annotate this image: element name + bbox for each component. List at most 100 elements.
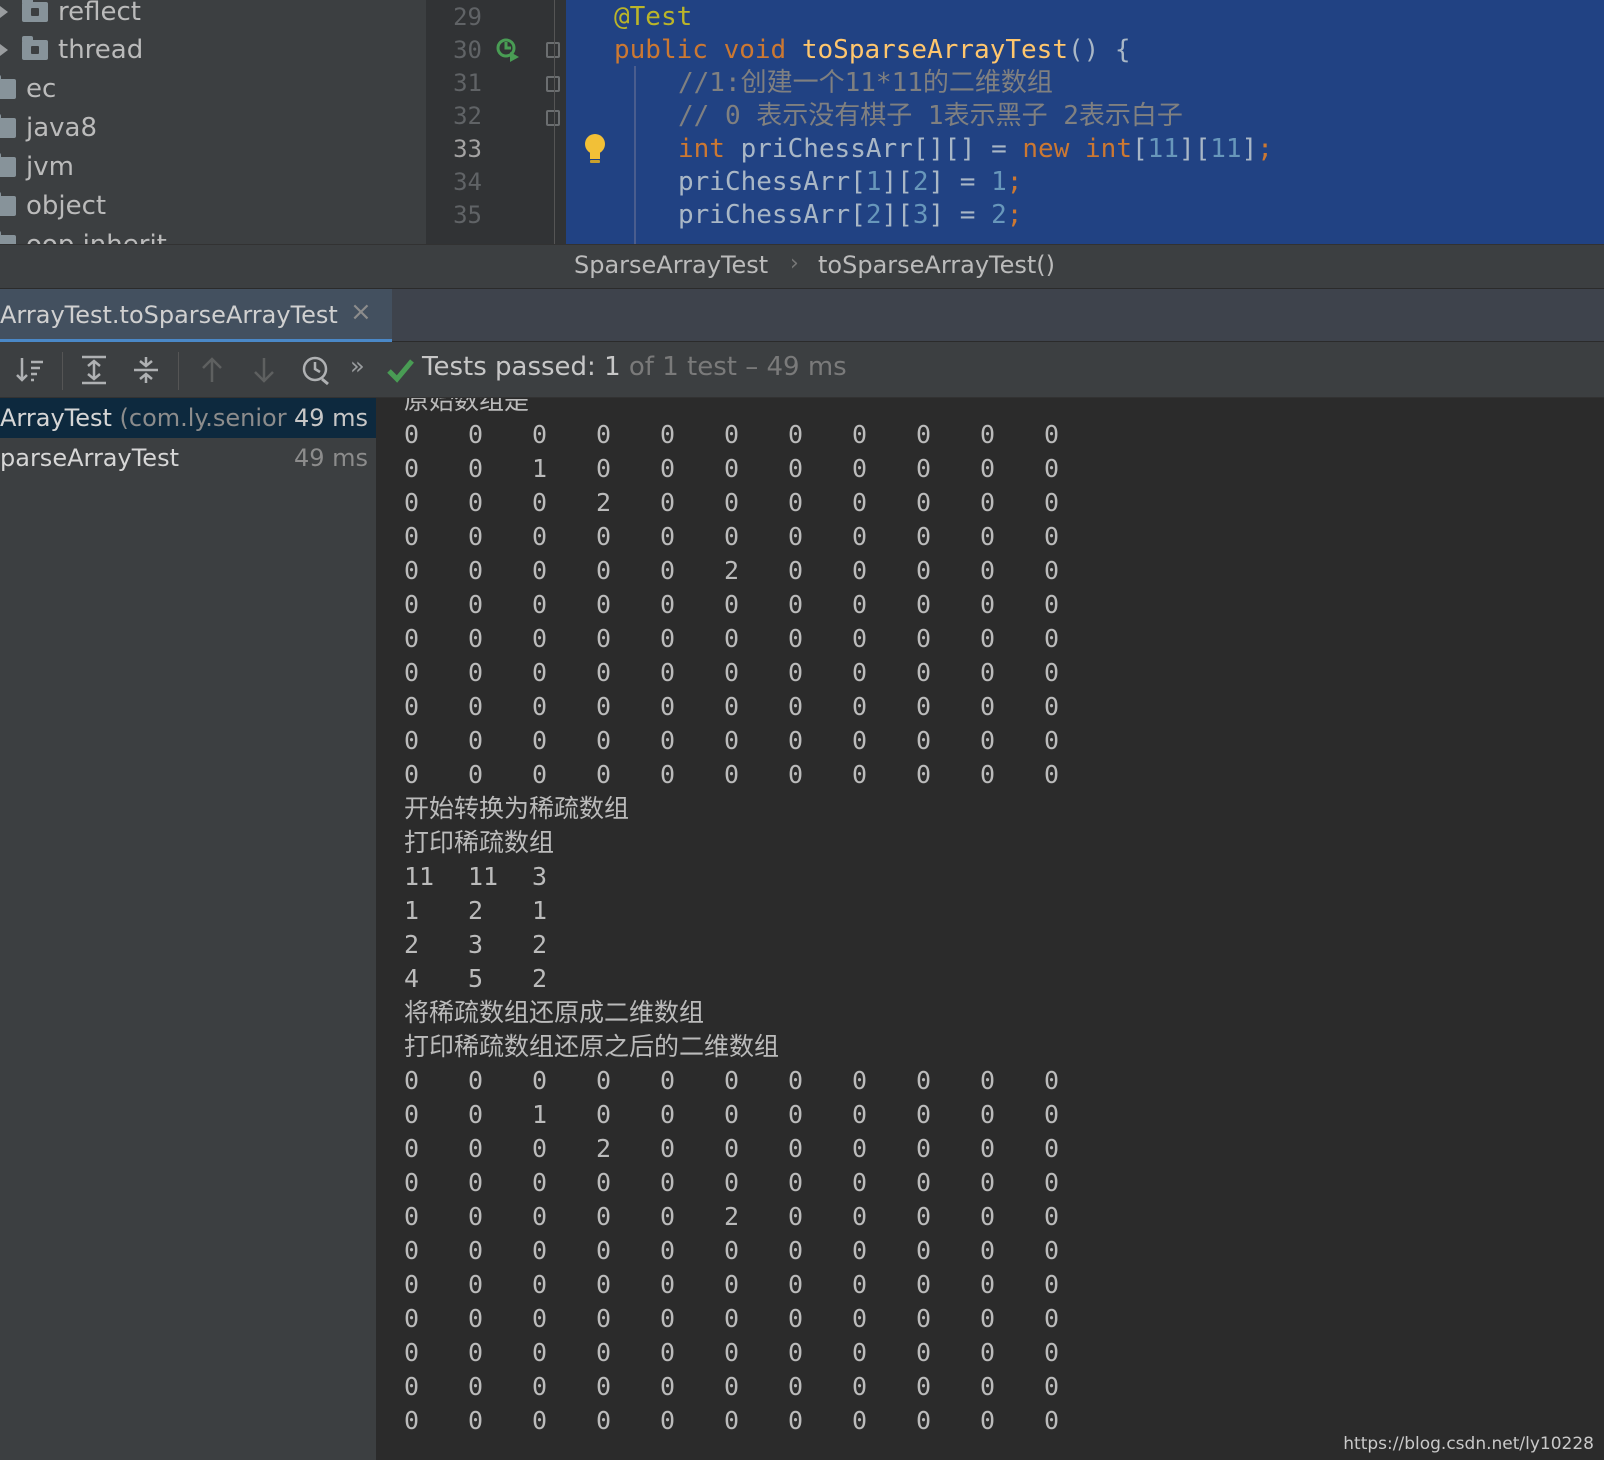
toolbar-separator [178, 352, 179, 390]
original-array-row: 0 0 0 0 0 0 0 0 0 0 0 [404, 588, 1059, 622]
console-value: 0 [916, 454, 932, 483]
original-array-row: 0 0 0 0 0 0 0 0 0 0 0 [404, 520, 1059, 554]
console-value: 0 [404, 1304, 420, 1333]
tree-item-object[interactable]: object [0, 186, 106, 226]
console-value: 0 [724, 692, 740, 721]
console-value: 0 [660, 1168, 676, 1197]
code-token: ] = [928, 200, 992, 230]
console-value: 0 [980, 726, 996, 755]
console-value: 0 [1044, 624, 1060, 653]
console-value: 0 [852, 556, 868, 585]
fold-marker-icon[interactable] [546, 76, 560, 92]
console-value: 0 [468, 420, 484, 449]
console-value: 0 [1044, 420, 1060, 449]
console-value: 0 [1044, 692, 1060, 721]
console-value: 0 [532, 1202, 548, 1231]
test-history-icon[interactable] [300, 354, 332, 386]
restored-array-row: 0 0 0 0 0 0 0 0 0 0 0 [404, 1370, 1059, 1404]
console-value: 0 [1044, 1406, 1060, 1435]
fold-marker-icon[interactable] [546, 110, 560, 126]
console-value: 0 [724, 1236, 740, 1265]
tree-item-java8[interactable]: java8 [0, 108, 97, 148]
console-value: 0 [916, 692, 932, 721]
code-token: () { [1067, 35, 1131, 65]
code-token: ][ [881, 200, 913, 230]
console-value: 0 [596, 1338, 612, 1367]
console-value: 0 [660, 590, 676, 619]
run-tab-label: ArrayTest.toSparseArrayTest [0, 301, 338, 329]
console-value: 0 [532, 522, 548, 551]
console-value: 0 [468, 1066, 484, 1095]
console-value: 0 [916, 522, 932, 551]
console-value: 0 [852, 1134, 868, 1163]
tree-item-label: jvm [26, 152, 74, 182]
previous-failed-icon[interactable] [196, 354, 228, 386]
console-value: 0 [532, 1066, 548, 1095]
console-value: 0 [916, 590, 932, 619]
console-value: 0 [404, 1372, 420, 1401]
console-value: 0 [660, 726, 676, 755]
console-value: 0 [532, 556, 548, 585]
fold-marker-icon[interactable] [546, 42, 560, 58]
tree-item-ec[interactable]: ec [0, 69, 56, 109]
console-value: 0 [660, 692, 676, 721]
tree-item-label: object [26, 191, 107, 221]
console-value: 0 [532, 1134, 548, 1163]
breadcrumb-method[interactable]: toSparseArrayTest() [818, 251, 1055, 279]
console-value: 0 [788, 692, 804, 721]
breadcrumb-class[interactable]: SparseArrayTest [574, 251, 768, 279]
tree-item-thread[interactable]: thread [0, 30, 143, 70]
console-value: 0 [1044, 1168, 1060, 1197]
console-value: 0 [596, 760, 612, 789]
console-value: 0 [788, 624, 804, 653]
run-test-gutter-icon[interactable] [496, 38, 520, 62]
console-value: 0 [596, 692, 612, 721]
run-toolbar: » Tests passed: 1 of 1 test – 49 ms [0, 342, 1604, 398]
original-array-row: 0 0 0 0 0 0 0 0 0 0 0 [404, 656, 1059, 690]
console-value: 0 [532, 726, 548, 755]
expand-all-icon[interactable] [78, 354, 110, 386]
console-value: 0 [660, 522, 676, 551]
lightbulb-icon[interactable] [582, 132, 608, 166]
console-value: 0 [468, 1134, 484, 1163]
expand-arrow-icon[interactable] [0, 44, 8, 56]
console-value: 0 [404, 1134, 420, 1163]
console-value: 0 [788, 1202, 804, 1231]
code-editor-selection[interactable]: @Test public void toSparseArrayTest() { … [566, 0, 1604, 244]
keyword-token: int [678, 134, 725, 164]
console-value: 0 [660, 1134, 676, 1163]
console-value: 2 [724, 1202, 740, 1231]
console-value: 0 [916, 1066, 932, 1095]
console-value: 0 [1044, 760, 1060, 789]
console-value: 2 [468, 896, 484, 925]
tests-summary-text: of 1 test – 49 ms [620, 352, 847, 382]
next-failed-icon[interactable] [248, 354, 280, 386]
close-icon[interactable]: × [350, 297, 372, 327]
collapse-all-icon[interactable] [130, 354, 162, 386]
test-node[interactable]: parseArrayTest 49 ms [0, 438, 376, 478]
console-value: 0 [532, 590, 548, 619]
gutter-divider [554, 0, 555, 244]
annotation-token: @Test [614, 2, 693, 32]
test-node[interactable]: ArrayTest (com.ly.senior 49 ms [0, 398, 376, 438]
console-value: 0 [660, 1100, 676, 1129]
console-value: 0 [852, 1202, 868, 1231]
console-value: 0 [468, 1338, 484, 1367]
sort-icon[interactable] [14, 354, 46, 386]
test-results-tree: ArrayTest (com.ly.senior 49 ms parseArrayT… [0, 398, 376, 1460]
console-value: 0 [916, 726, 932, 755]
console-value: 0 [532, 760, 548, 789]
expand-arrow-icon[interactable] [0, 6, 8, 18]
console-value: 0 [404, 1168, 420, 1197]
console-value: 0 [916, 1406, 932, 1435]
tree-item-reflect[interactable]: reflect [0, 0, 141, 32]
console-output[interactable]: 原始数组是 0 0 0 0 0 0 0 0 0 0 0 0 0 1 0 0 0 0 0 0 0 0 0 0 0 2 0 0 0 0 0 0 0 0 0… [376, 398, 1604, 1460]
sparse-array-row: 1 2 1 [404, 894, 779, 928]
console-value: 0 [404, 556, 420, 585]
console-value: 0 [724, 522, 740, 551]
tree-item-jvm[interactable]: jvm [0, 147, 74, 187]
console-value: 0 [724, 1406, 740, 1435]
more-actions-icon[interactable]: » [350, 352, 365, 380]
console-value: 0 [596, 1202, 612, 1231]
run-tab[interactable]: ArrayTest.toSparseArrayTest × [0, 289, 392, 343]
